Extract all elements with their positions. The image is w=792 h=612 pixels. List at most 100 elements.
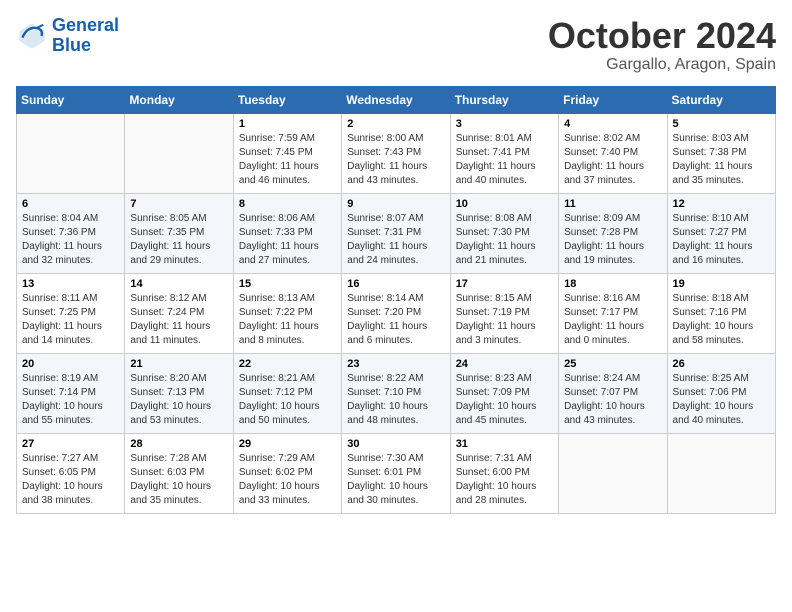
day-info: Sunrise: 7:30 AM Sunset: 6:01 PM Dayligh…: [347, 452, 444, 508]
calendar-cell: 28 Sunrise: 7:28 AM Sunset: 6:03 PM Dayli…: [125, 433, 233, 513]
col-header-sunday: Sunday: [17, 86, 125, 113]
day-info: Sunrise: 7:28 AM Sunset: 6:03 PM Dayligh…: [130, 452, 227, 508]
day-number: 22: [239, 358, 336, 370]
calendar-cell: 17Sunrise: 8:15 AM Sunset: 7:19 PM Dayli…: [450, 273, 558, 353]
day-info: Sunrise: 8:05 AM Sunset: 7:35 PM Dayligh…: [130, 212, 227, 268]
calendar-cell: 2 Sunrise: 8:00 AM Sunset: 7:43 PM Daylig…: [342, 113, 450, 193]
day-info: Sunrise: 8:08 AM Sunset: 7:30 PM Dayligh…: [456, 212, 553, 268]
calendar-cell: 27 Sunrise: 7:27 AM Sunset: 6:05 PM Dayli…: [17, 433, 125, 513]
day-info: Sunrise: 8:14 AM Sunset: 7:20 PM Dayligh…: [347, 292, 444, 348]
day-number: 4: [564, 118, 661, 130]
day-info: Sunrise: 8:01 AM Sunset: 7:41 PM Dayligh…: [456, 132, 553, 188]
day-number: 2: [347, 118, 444, 130]
calendar-cell: 12 Sunrise: 8:10 AM Sunset: 7:27 PM Dayli…: [667, 193, 775, 273]
logo: General Blue: [16, 16, 119, 56]
calendar-cell: 13Sunrise: 8:11 AM Sunset: 7:25 PM Dayli…: [17, 273, 125, 353]
day-number: 9: [347, 198, 444, 210]
calendar-cell: [125, 113, 233, 193]
day-info: Sunrise: 8:18 AM Sunset: 7:16 PM Dayligh…: [673, 292, 770, 348]
day-info: Sunrise: 8:12 AM Sunset: 7:24 PM Dayligh…: [130, 292, 227, 348]
logo-general: General: [52, 15, 119, 35]
day-number: 17: [456, 278, 553, 290]
day-number: 28: [130, 438, 227, 450]
day-info: Sunrise: 8:16 AM Sunset: 7:17 PM Dayligh…: [564, 292, 661, 348]
calendar-week-1: 1Sunrise: 7:59 AM Sunset: 7:45 PM Daylig…: [17, 113, 776, 193]
calendar-cell: [17, 113, 125, 193]
calendar-table: SundayMondayTuesdayWednesdayThursdayFrid…: [16, 86, 776, 514]
month-title: October 2024: [548, 16, 776, 56]
day-number: 16: [347, 278, 444, 290]
calendar-cell: 29Sunrise: 7:29 AM Sunset: 6:02 PM Dayli…: [233, 433, 341, 513]
day-info: Sunrise: 8:19 AM Sunset: 7:14 PM Dayligh…: [22, 372, 119, 428]
day-number: 11: [564, 198, 661, 210]
calendar-cell: 19Sunrise: 8:18 AM Sunset: 7:16 PM Dayli…: [667, 273, 775, 353]
calendar-cell: 23 Sunrise: 8:22 AM Sunset: 7:10 PM Dayli…: [342, 353, 450, 433]
title-block: October 2024 Gargallo, Aragon, Spain: [548, 16, 776, 74]
calendar-header-row: SundayMondayTuesdayWednesdayThursdayFrid…: [17, 86, 776, 113]
day-number: 21: [130, 358, 227, 370]
location-title: Gargallo, Aragon, Spain: [548, 56, 776, 74]
day-info: Sunrise: 8:13 AM Sunset: 7:22 PM Dayligh…: [239, 292, 336, 348]
day-number: 10: [456, 198, 553, 210]
day-number: 13: [22, 278, 119, 290]
day-number: 23: [347, 358, 444, 370]
calendar-cell: 20 Sunrise: 8:19 AM Sunset: 7:14 PM Dayli…: [17, 353, 125, 433]
day-info: Sunrise: 7:31 AM Sunset: 6:00 PM Dayligh…: [456, 452, 553, 508]
day-number: 26: [673, 358, 770, 370]
calendar-cell: 30 Sunrise: 7:30 AM Sunset: 6:01 PM Dayli…: [342, 433, 450, 513]
calendar-cell: 3Sunrise: 8:01 AM Sunset: 7:41 PM Daylig…: [450, 113, 558, 193]
day-info: Sunrise: 8:21 AM Sunset: 7:12 PM Dayligh…: [239, 372, 336, 428]
day-info: Sunrise: 8:20 AM Sunset: 7:13 PM Dayligh…: [130, 372, 227, 428]
day-info: Sunrise: 8:02 AM Sunset: 7:40 PM Dayligh…: [564, 132, 661, 188]
calendar-cell: 7 Sunrise: 8:05 AM Sunset: 7:35 PM Daylig…: [125, 193, 233, 273]
calendar-cell: 24 Sunrise: 8:23 AM Sunset: 7:09 PM Dayli…: [450, 353, 558, 433]
day-info: Sunrise: 7:27 AM Sunset: 6:05 PM Dayligh…: [22, 452, 119, 508]
day-info: Sunrise: 8:03 AM Sunset: 7:38 PM Dayligh…: [673, 132, 770, 188]
calendar-cell: 1Sunrise: 7:59 AM Sunset: 7:45 PM Daylig…: [233, 113, 341, 193]
calendar-cell: 11Sunrise: 8:09 AM Sunset: 7:28 PM Dayli…: [559, 193, 667, 273]
day-number: 18: [564, 278, 661, 290]
day-number: 25: [564, 358, 661, 370]
calendar-cell: [559, 433, 667, 513]
calendar-week-2: 6Sunrise: 8:04 AM Sunset: 7:36 PM Daylig…: [17, 193, 776, 273]
calendar-week-3: 13Sunrise: 8:11 AM Sunset: 7:25 PM Dayli…: [17, 273, 776, 353]
calendar-cell: 9 Sunrise: 8:07 AM Sunset: 7:31 PM Daylig…: [342, 193, 450, 273]
day-number: 5: [673, 118, 770, 130]
day-number: 7: [130, 198, 227, 210]
calendar-cell: 26 Sunrise: 8:25 AM Sunset: 7:06 PM Dayli…: [667, 353, 775, 433]
day-info: Sunrise: 8:25 AM Sunset: 7:06 PM Dayligh…: [673, 372, 770, 428]
calendar-week-5: 27 Sunrise: 7:27 AM Sunset: 6:05 PM Dayli…: [17, 433, 776, 513]
calendar-cell: 16 Sunrise: 8:14 AM Sunset: 7:20 PM Dayli…: [342, 273, 450, 353]
day-number: 12: [673, 198, 770, 210]
calendar-week-4: 20 Sunrise: 8:19 AM Sunset: 7:14 PM Dayli…: [17, 353, 776, 433]
day-number: 29: [239, 438, 336, 450]
calendar-cell: 10 Sunrise: 8:08 AM Sunset: 7:30 PM Dayli…: [450, 193, 558, 273]
day-number: 24: [456, 358, 553, 370]
day-number: 31: [456, 438, 553, 450]
day-info: Sunrise: 8:23 AM Sunset: 7:09 PM Dayligh…: [456, 372, 553, 428]
logo-icon: [16, 20, 48, 52]
calendar-cell: [667, 433, 775, 513]
day-number: 20: [22, 358, 119, 370]
day-info: Sunrise: 8:24 AM Sunset: 7:07 PM Dayligh…: [564, 372, 661, 428]
calendar-cell: 15 Sunrise: 8:13 AM Sunset: 7:22 PM Dayli…: [233, 273, 341, 353]
day-number: 6: [22, 198, 119, 210]
calendar-cell: 22 Sunrise: 8:21 AM Sunset: 7:12 PM Dayli…: [233, 353, 341, 433]
day-number: 27: [22, 438, 119, 450]
day-number: 30: [347, 438, 444, 450]
col-header-tuesday: Tuesday: [233, 86, 341, 113]
day-info: Sunrise: 8:22 AM Sunset: 7:10 PM Dayligh…: [347, 372, 444, 428]
day-number: 1: [239, 118, 336, 130]
day-info: Sunrise: 8:06 AM Sunset: 7:33 PM Dayligh…: [239, 212, 336, 268]
col-header-saturday: Saturday: [667, 86, 775, 113]
calendar-cell: 6Sunrise: 8:04 AM Sunset: 7:36 PM Daylig…: [17, 193, 125, 273]
day-info: Sunrise: 8:10 AM Sunset: 7:27 PM Dayligh…: [673, 212, 770, 268]
calendar-cell: 5 Sunrise: 8:03 AM Sunset: 7:38 PM Daylig…: [667, 113, 775, 193]
calendar-cell: 25 Sunrise: 8:24 AM Sunset: 7:07 PM Dayli…: [559, 353, 667, 433]
day-number: 15: [239, 278, 336, 290]
calendar-cell: 31 Sunrise: 7:31 AM Sunset: 6:00 PM Dayli…: [450, 433, 558, 513]
day-info: Sunrise: 8:07 AM Sunset: 7:31 PM Dayligh…: [347, 212, 444, 268]
day-info: Sunrise: 8:00 AM Sunset: 7:43 PM Dayligh…: [347, 132, 444, 188]
col-header-wednesday: Wednesday: [342, 86, 450, 113]
col-header-friday: Friday: [559, 86, 667, 113]
